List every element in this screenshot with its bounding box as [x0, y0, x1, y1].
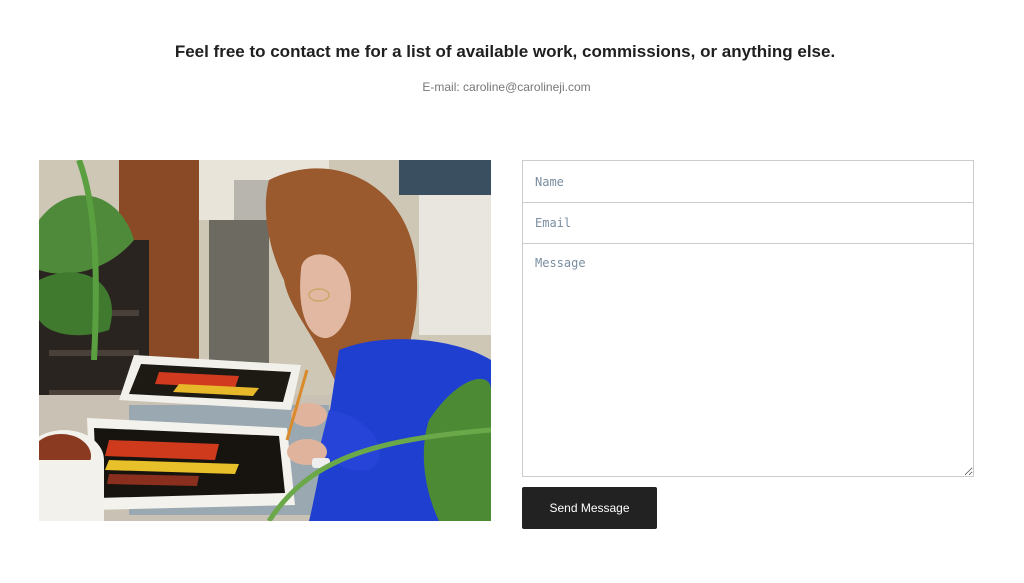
- contact-form: [522, 160, 974, 477]
- artist-at-work-photo: [39, 160, 491, 521]
- name-field[interactable]: [522, 160, 974, 203]
- contact-email: E-mail: caroline@carolineji.com: [422, 80, 591, 94]
- email-field[interactable]: [522, 202, 974, 244]
- send-message-button[interactable]: Send Message: [522, 487, 657, 529]
- page-heading: Feel free to contact me for a list of av…: [174, 42, 836, 61]
- message-field[interactable]: [522, 243, 974, 477]
